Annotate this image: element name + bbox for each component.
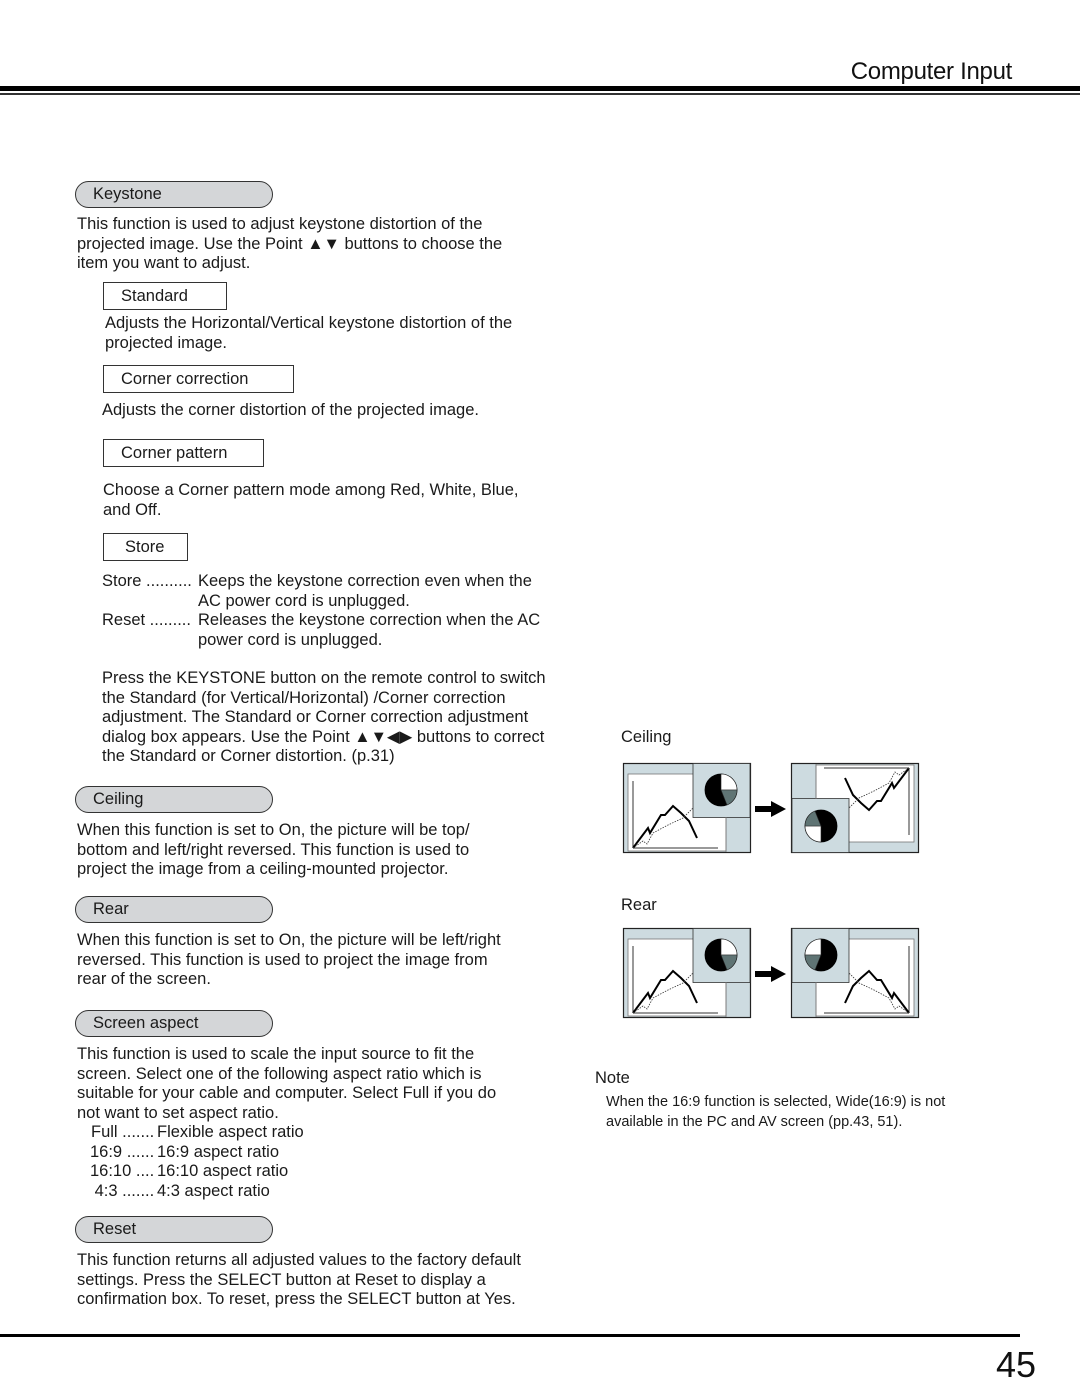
store-option-store: Store .......... Keeps the keystone corr…	[102, 572, 582, 610]
note-heading: Note	[595, 1069, 630, 1087]
ceiling-desc: When this function is set to On, the pic…	[77, 821, 470, 879]
option-value: 16:10 aspect ratio	[157, 1162, 289, 1180]
screen-aspect-desc: This function is used to scale the input…	[77, 1045, 497, 1122]
option-key: Store ..........	[102, 572, 192, 590]
header-rule	[0, 86, 1080, 91]
aspect-option-4-3: 4:3 ....... 4:3 aspect ratio	[90, 1182, 270, 1202]
ceiling-arrow-icon	[755, 801, 786, 817]
ceiling-figure-label: Ceiling	[621, 728, 672, 746]
option-value: Flexible aspect ratio	[157, 1123, 304, 1141]
screen-aspect-heading: Screen aspect	[75, 1010, 273, 1037]
option-value: Keeps the keystone correction even when …	[198, 572, 532, 610]
standard-label-box: Standard	[103, 282, 227, 310]
footer-rule	[0, 1334, 1020, 1337]
corner-correction-desc: Adjusts the corner distortion of the pro…	[102, 401, 479, 419]
note-text: When the 16:9 function is selected, Wide…	[606, 1094, 946, 1130]
keystone-intro: This function is used to adjust keystone…	[77, 215, 503, 273]
rear-figure-label: Rear	[621, 896, 657, 914]
option-key: 4:3 .......	[90, 1182, 155, 1200]
rear-figure-mirrored	[790, 927, 920, 1019]
option-value: Releases the keystone correction when th…	[198, 611, 541, 649]
aspect-option-16-9: 16:9 ...... 16:9 aspect ratio	[90, 1143, 279, 1163]
keystone-remote-note: Press the KEYSTONE button on the remote …	[102, 669, 546, 766]
ceiling-figure-original	[622, 762, 752, 854]
option-key: 16:10 ....	[90, 1162, 155, 1180]
option-key: Full .......	[91, 1123, 155, 1141]
aspect-option-16-10: 16:10 .... 16:10 aspect ratio	[90, 1162, 288, 1182]
screen-illustration	[622, 927, 752, 1019]
option-value: 16:9 aspect ratio	[157, 1143, 279, 1161]
ceiling-heading: Ceiling	[75, 786, 273, 813]
rear-heading: Rear	[75, 896, 273, 923]
rear-desc: When this function is set to On, the pic…	[77, 931, 501, 989]
store-label-box: Store	[103, 533, 188, 561]
ceiling-figure-flipped	[790, 762, 920, 854]
reset-desc: This function returns all adjusted value…	[77, 1251, 521, 1309]
option-key: 16:9 ......	[90, 1143, 155, 1161]
screen-illustration	[790, 927, 920, 1019]
header-title: Computer Input	[850, 58, 1013, 85]
reset-heading: Reset	[75, 1216, 273, 1243]
option-value: 4:3 aspect ratio	[157, 1182, 270, 1200]
screen-illustration	[622, 762, 752, 854]
rear-arrow-icon	[755, 966, 786, 982]
keystone-heading: Keystone	[75, 181, 273, 208]
rear-figure-original	[622, 927, 752, 1019]
header-rule-thin	[0, 93, 1080, 95]
page-number: 45	[995, 1344, 1036, 1385]
option-key: Reset .........	[102, 611, 191, 629]
standard-desc: Adjusts the Horizontal/Vertical keystone…	[105, 314, 513, 352]
corner-pattern-label-box: Corner pattern	[103, 439, 264, 467]
corner-correction-label-box: Corner correction	[103, 365, 294, 393]
corner-pattern-desc: Choose a Corner pattern mode among Red, …	[103, 481, 519, 519]
aspect-option-full: Full ....... Flexible aspect ratio	[91, 1123, 304, 1143]
store-option-reset: Reset ......... Releases the keystone co…	[102, 611, 582, 649]
screen-illustration	[790, 762, 920, 854]
